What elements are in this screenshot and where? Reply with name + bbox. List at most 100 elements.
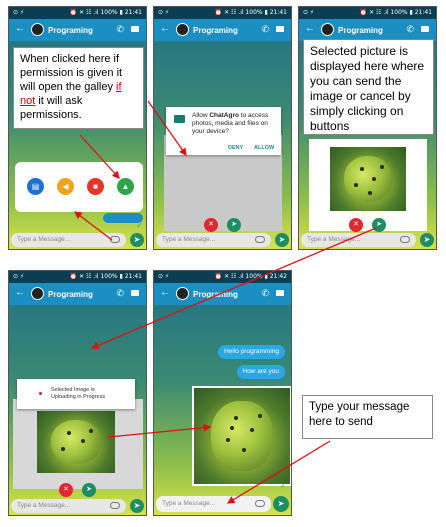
- status-bar: ⊙ ⚡ ⏰ ✕ ☷ .ıl 100% ▮ 21:41: [299, 7, 436, 19]
- status-right: ⏰ ✕ ☷ .ıl 100% ▮ 21:41: [69, 9, 142, 16]
- camera-icon[interactable]: ■: [87, 178, 104, 195]
- avatar[interactable]: [31, 287, 44, 300]
- chat-title: Programing: [338, 26, 383, 35]
- phone-icon[interactable]: ✆: [406, 24, 414, 35]
- back-arrow-icon[interactable]: ←: [160, 24, 170, 34]
- annotation-gallery-permission: When clicked here if permission is given…: [13, 47, 144, 129]
- message-input[interactable]: Type a Message...: [11, 233, 126, 247]
- phone-screen-1: ⊙ ⚡ ⏰ ✕ ☷ .ıl 100% ▮ 21:41 ← Programing …: [8, 6, 147, 250]
- gallery-icon[interactable]: ▲: [117, 178, 134, 195]
- image-preview-panel: [309, 139, 427, 231]
- upload-status-text: Selected Image is Uploading in Progress: [51, 387, 106, 400]
- message-input[interactable]: Type a Message...: [11, 499, 126, 513]
- message-input-bar: Type a Message... ➤: [156, 496, 289, 512]
- attach-icon[interactable]: [255, 236, 265, 243]
- phone-icon[interactable]: ✆: [261, 24, 269, 35]
- audio-icon[interactable]: ◀: [57, 178, 74, 195]
- deny-button[interactable]: DENY: [228, 145, 243, 151]
- annotation-text: When clicked here if permission is given…: [20, 53, 123, 93]
- chat-message-sent: How are you: [236, 365, 285, 379]
- app-bar: ← Programing ✆: [154, 19, 291, 41]
- progress-spinner-icon: [39, 392, 42, 395]
- message-input-bar: Type a Message... ➤: [301, 233, 434, 247]
- status-bar: ⊙ ⚡ ⏰ ✕ ☷ .ıl 100% ▮ 21:42: [154, 271, 291, 283]
- send-icon[interactable]: ➤: [275, 233, 289, 247]
- back-arrow-icon[interactable]: ←: [160, 288, 170, 298]
- video-icon[interactable]: [421, 26, 429, 32]
- chat-message-sent: Hello programming: [218, 345, 285, 359]
- status-left: ⊙ ⚡: [13, 9, 25, 16]
- send-icon[interactable]: ➤: [372, 218, 386, 232]
- dialog-message: Allow ChatAgro to access photos, media a…: [192, 112, 278, 136]
- back-arrow-icon[interactable]: ←: [305, 24, 315, 34]
- message-input[interactable]: Type a Message...: [156, 233, 271, 247]
- chat-title: Programing: [48, 290, 93, 299]
- status-bar: ⊙ ⚡ ⏰ ✕ ☷ .ıl 100% ▮ 21:41: [9, 7, 146, 19]
- attach-icon[interactable]: [255, 500, 265, 507]
- back-arrow-icon[interactable]: ←: [15, 24, 25, 34]
- annotation-type-message: Type your message here to send: [302, 395, 433, 439]
- video-icon[interactable]: [276, 290, 284, 296]
- annotation-selected-picture: Selected picture is displayed here where…: [303, 39, 434, 135]
- avatar[interactable]: [321, 23, 334, 36]
- phone-icon[interactable]: ✆: [116, 288, 124, 299]
- cancel-icon[interactable]: ✕: [204, 218, 218, 232]
- status-left: ⊙ ⚡: [13, 273, 25, 280]
- send-icon[interactable]: ➤: [420, 233, 434, 247]
- avatar[interactable]: [31, 23, 44, 36]
- send-icon[interactable]: ➤: [130, 233, 144, 247]
- sent-image: [192, 386, 291, 486]
- video-icon[interactable]: [131, 26, 139, 32]
- back-arrow-icon[interactable]: ←: [15, 288, 25, 298]
- status-right: ⏰ ✕ ☷ .ıl 100% ▮ 21:42: [214, 273, 287, 280]
- status-left: ⊙ ⚡: [303, 9, 315, 16]
- dialog-text: Allow: [192, 112, 210, 119]
- send-icon[interactable]: ➤: [273, 496, 289, 512]
- message-input-bar: Type a Message... ➤: [11, 233, 144, 247]
- document-icon[interactable]: ▤: [27, 178, 44, 195]
- phone-icon[interactable]: ✆: [261, 288, 269, 299]
- send-icon[interactable]: ➤: [82, 483, 96, 497]
- avatar[interactable]: [176, 23, 189, 36]
- image-preview-panel: [13, 399, 143, 489]
- status-bar: ⊙ ⚡ ⏰ ✕ ☷ .ıl 100% ▮ 21:41: [154, 7, 291, 19]
- allow-button[interactable]: ALLOW: [254, 145, 274, 151]
- attach-icon[interactable]: [400, 236, 410, 243]
- cancel-icon[interactable]: ✕: [59, 483, 73, 497]
- upload-progress-dialog: Selected Image is Uploading in Progress: [17, 379, 135, 409]
- attach-icon[interactable]: [110, 236, 120, 243]
- message-input-bar: Type a Message... ➤: [156, 233, 289, 247]
- selected-image: [330, 147, 406, 211]
- message-input[interactable]: Type a Message...: [301, 233, 416, 247]
- video-icon[interactable]: [131, 290, 139, 296]
- status-right: ⏰ ✕ ☷ .ıl 100% ▮ 21:41: [214, 9, 287, 16]
- phone-icon[interactable]: ✆: [116, 24, 124, 35]
- read-tick-icon: ✓: [280, 481, 287, 490]
- send-icon[interactable]: ➤: [130, 499, 144, 513]
- attachment-sheet: ▤ ◀ ■ ▲: [15, 162, 143, 212]
- status-bar: ⊙ ⚡ ⏰ ✕ ☷ .ıl 100% ▮ 21:41: [9, 271, 146, 283]
- read-tick-icon: ✓: [136, 221, 143, 230]
- annotation-text: Selected picture is displayed here where…: [310, 44, 425, 133]
- phone-screen-3: ⊙ ⚡ ⏰ ✕ ☷ .ıl 100% ▮ 21:41 ← Programing …: [298, 6, 437, 250]
- status-right: ⏰ ✕ ☷ .ıl 100% ▮ 21:41: [359, 9, 432, 16]
- folder-icon: [174, 115, 185, 123]
- app-bar: ← Programing ✆: [154, 283, 291, 305]
- phone-screen-4: ⊙ ⚡ ⏰ ✕ ☷ .ıl 100% ▮ 21:41 ← Programing …: [8, 270, 147, 516]
- chat-title: Programing: [48, 26, 93, 35]
- selected-image: [37, 411, 115, 473]
- send-icon[interactable]: ➤: [227, 218, 241, 232]
- video-icon[interactable]: [276, 26, 284, 32]
- chat-title: Programing: [193, 26, 238, 35]
- phone-screen-2: ⊙ ⚡ ⏰ ✕ ☷ .ıl 100% ▮ 21:41 ← Programing …: [153, 6, 292, 250]
- cancel-icon[interactable]: ✕: [349, 218, 363, 232]
- permission-dialog: Allow ChatAgro to access photos, media a…: [166, 107, 281, 155]
- app-bar: ← Programing ✆: [9, 19, 146, 41]
- app-bar: ← Programing ✆: [9, 283, 146, 305]
- attach-icon[interactable]: [110, 502, 120, 509]
- avatar[interactable]: [176, 287, 189, 300]
- message-input[interactable]: Type a Message...: [156, 496, 271, 512]
- annotation-text: Type your message here to send: [309, 401, 410, 428]
- dialog-app-name: ChatAgro: [209, 112, 239, 119]
- status-right: ⏰ ✕ ☷ .ıl 100% ▮ 21:41: [69, 273, 142, 280]
